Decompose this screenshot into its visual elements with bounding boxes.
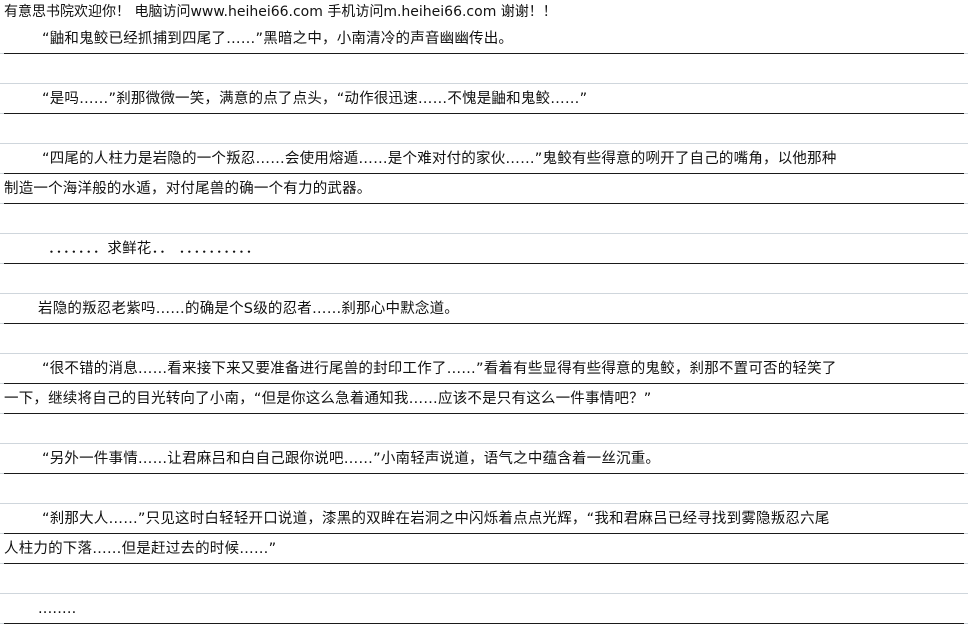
paragraph-line: “是吗……”刹那微微一笑，满意的点了点头，“动作很迅速……不愧是鼬和鬼鲛……” (4, 84, 964, 114)
paragraph-line: “很不错的消息……看来接下来又要准备进行尾兽的封印工作了……”看着有些显得有些得… (4, 354, 964, 384)
site-banner: 有意思书院欢迎你！ 电脑访问www.heihei66.com 手机访问m.hei… (0, 0, 968, 24)
paragraph-line: “四尾的人柱力是岩隐的一个叛忍……会使用熔遁……是个难对付的家伙……”鬼鲛有些得… (4, 144, 964, 174)
paragraph-line: “刹那大人……”只见这时白轻轻开口说道，漆黑的双眸在岩洞之中闪烁着点点光辉，“我… (4, 504, 964, 534)
paragraph-line: ．．．．．．．求鲜花．． ．．．．．．．．．． (4, 234, 964, 264)
paragraph-line: “鼬和鬼鲛已经抓捕到四尾了……”黑暗之中，小南清冷的声音幽幽传出。 (4, 24, 964, 54)
paragraph-line: ........ (4, 594, 964, 624)
paragraph-line: 人柱力的下落……但是赶过去的时候……” (4, 534, 964, 564)
paragraph-line: “另外一件事情……让君麻吕和白自己跟你说吧……”小南轻声说道，语气之中蕴含着一丝… (4, 444, 964, 474)
paragraph-line: 岩隐的叛忍老紫吗……的确是个S级的忍者……刹那心中默念道。 (4, 294, 964, 324)
paragraph-line: 一下，继续将自己的目光转向了小南，“但是你这么急着通知我……应该不是只有这么一件… (4, 384, 964, 414)
paragraph-line: 制造一个海洋般的水遁，对付尾兽的确一个有力的武器。 (4, 174, 964, 204)
chapter-text: “鼬和鬼鲛已经抓捕到四尾了……”黑暗之中，小南清冷的声音幽幽传出。 “是吗……”… (0, 24, 968, 625)
site-banner-text: 有意思书院欢迎你！ 电脑访问www.heihei66.com 手机访问m.hei… (4, 4, 557, 20)
